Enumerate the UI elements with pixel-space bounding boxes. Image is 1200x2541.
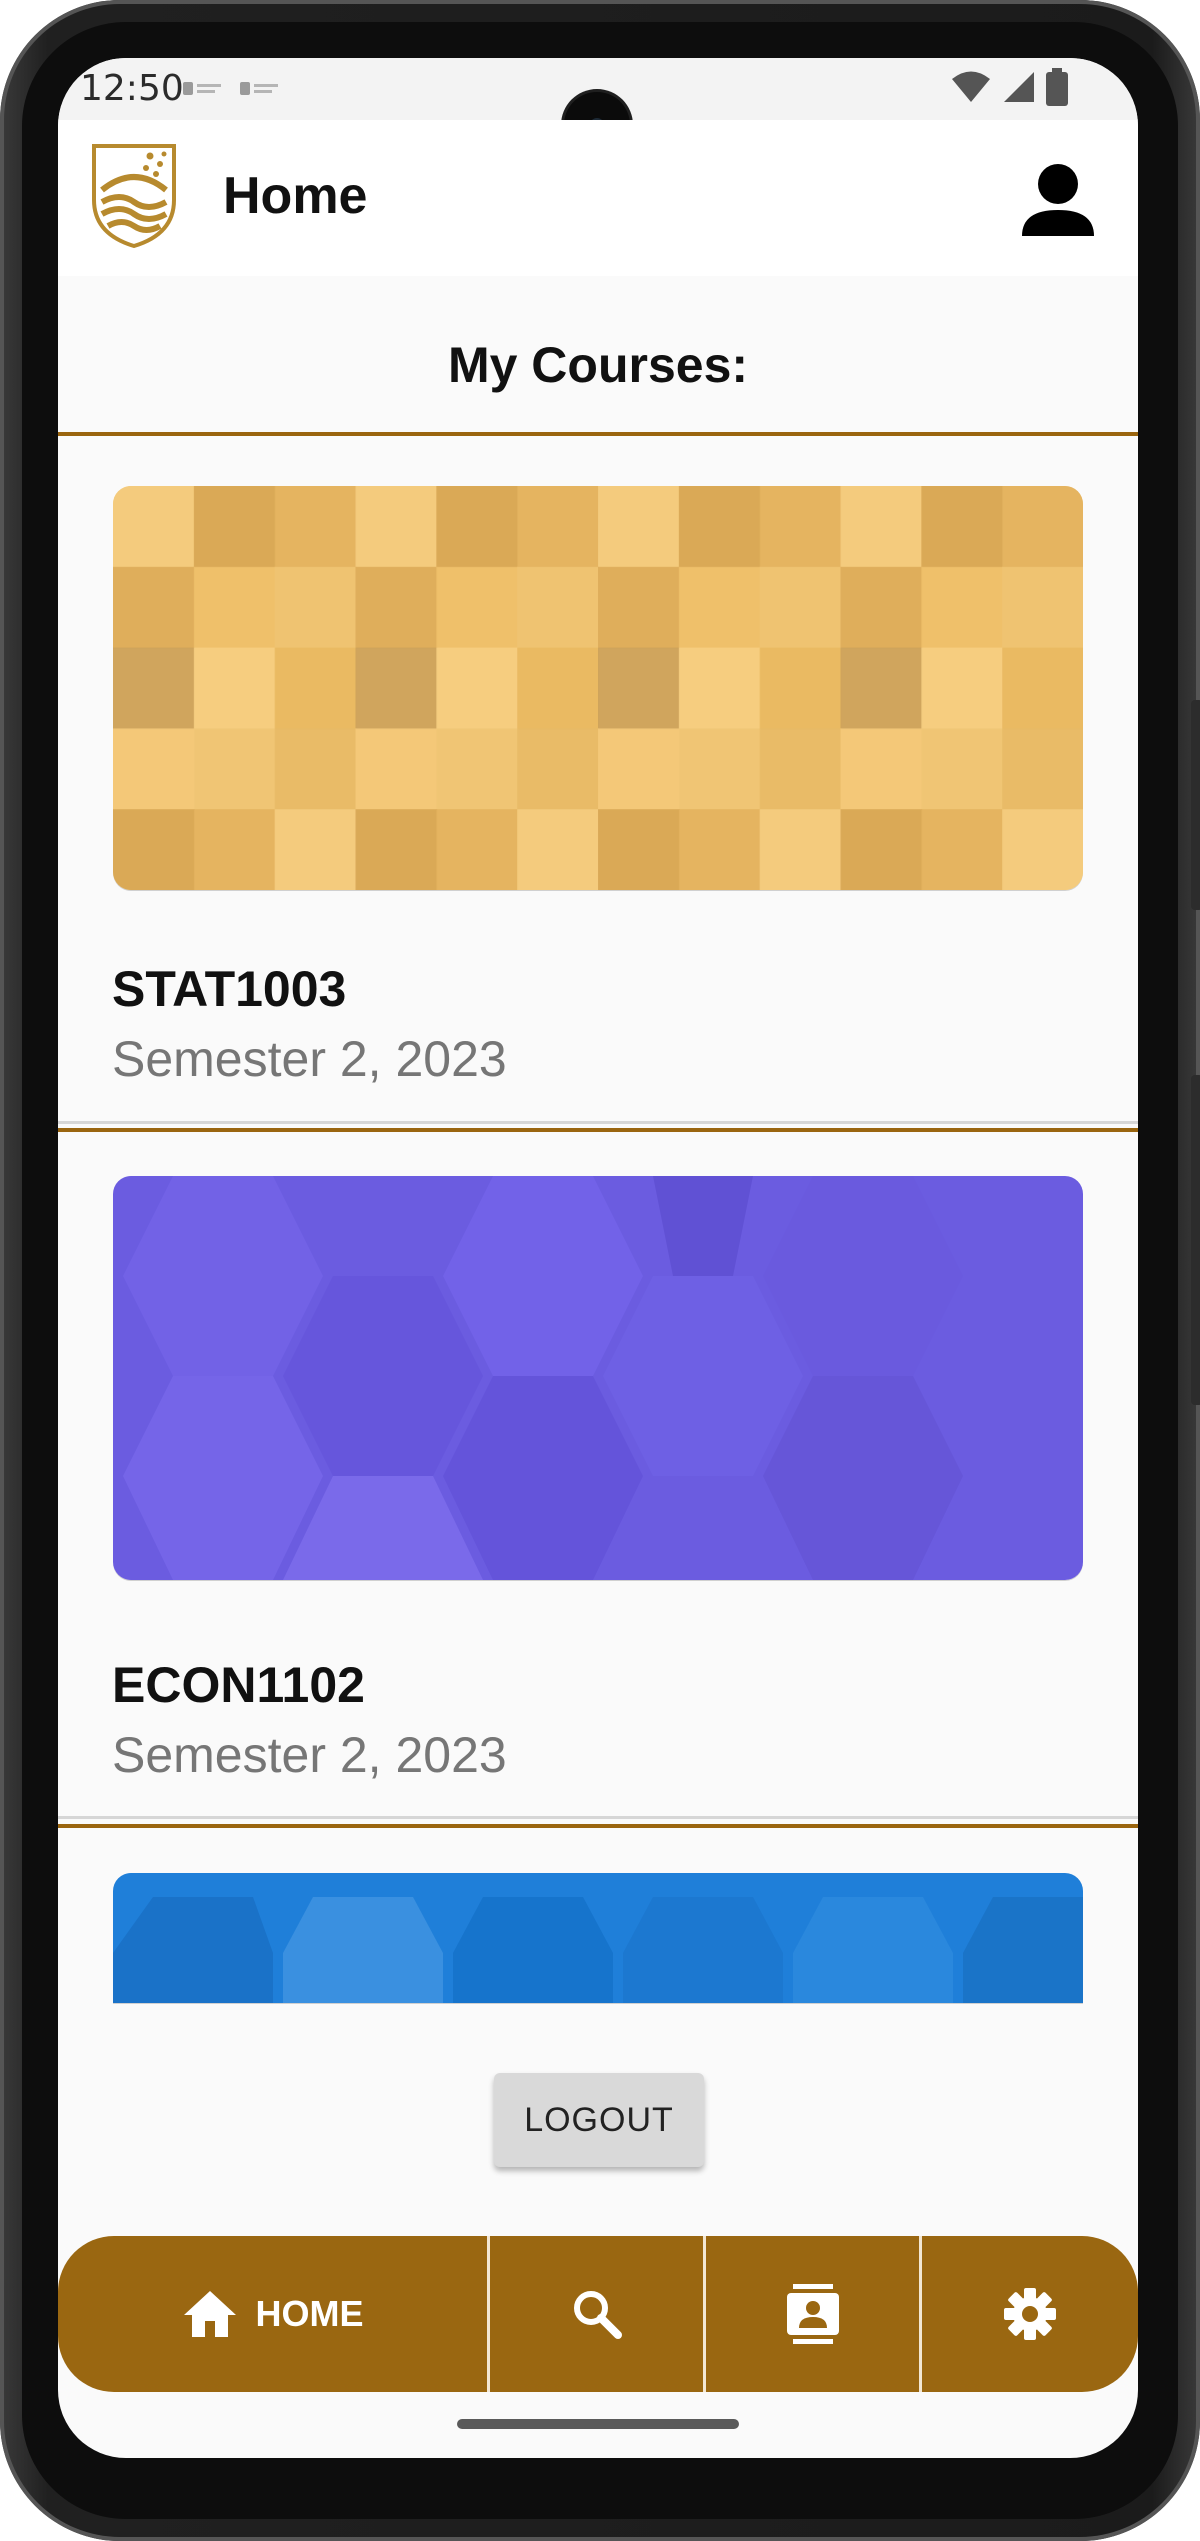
- course-banner-image: [113, 486, 1083, 890]
- battery-icon: [1046, 68, 1068, 106]
- notification-icon: [183, 82, 221, 95]
- notification-icon: [240, 82, 278, 95]
- device-frame: 12:50 Home My Courses: STAT1003 Semester…: [0, 0, 1200, 2541]
- course-term: Semester 2, 2023: [112, 1727, 507, 1783]
- course-code: ECON1102: [112, 1657, 365, 1713]
- section-divider: [58, 1128, 1138, 1132]
- logout-button[interactable]: LOGOUT: [494, 2073, 704, 2167]
- contacts-icon: [786, 2284, 839, 2344]
- home-indicator[interactable]: [457, 2419, 739, 2429]
- section-title: My Courses:: [447, 337, 749, 393]
- volume-button: [1191, 1075, 1200, 1405]
- nav-settings[interactable]: [922, 2236, 1138, 2392]
- course-code: STAT1003: [112, 961, 347, 1017]
- section-divider: [58, 432, 1138, 436]
- home-icon: [183, 2291, 236, 2337]
- nav-contacts[interactable]: [706, 2236, 922, 2392]
- status-time: 12:50: [80, 68, 184, 109]
- profile-icon[interactable]: [1018, 162, 1098, 242]
- settings-icon: [1004, 2288, 1056, 2340]
- course-term: Semester 2, 2023: [112, 1031, 507, 1087]
- list-divider: [58, 1121, 1138, 1124]
- page-title: Home: [223, 167, 368, 225]
- nav-search[interactable]: [490, 2236, 706, 2392]
- university-crest-logo: [92, 144, 176, 248]
- phone-screen: 12:50 Home My Courses: STAT1003 Semester…: [58, 58, 1138, 2458]
- section-divider: [58, 1824, 1138, 1828]
- course-banner-image: [113, 1873, 1083, 2003]
- course-banner-image: [113, 1176, 1083, 1580]
- nav-label: HOME: [255, 2293, 364, 2334]
- power-button: [1191, 700, 1200, 910]
- bottom-navigation: HOME: [58, 2236, 1138, 2392]
- cellular-signal-icon: [1004, 72, 1034, 102]
- app-bar: Home: [58, 120, 1138, 276]
- search-icon: [573, 2291, 622, 2339]
- list-divider: [58, 1816, 1138, 1819]
- wifi-icon: [952, 71, 990, 102]
- nav-home[interactable]: HOME: [58, 2236, 490, 2392]
